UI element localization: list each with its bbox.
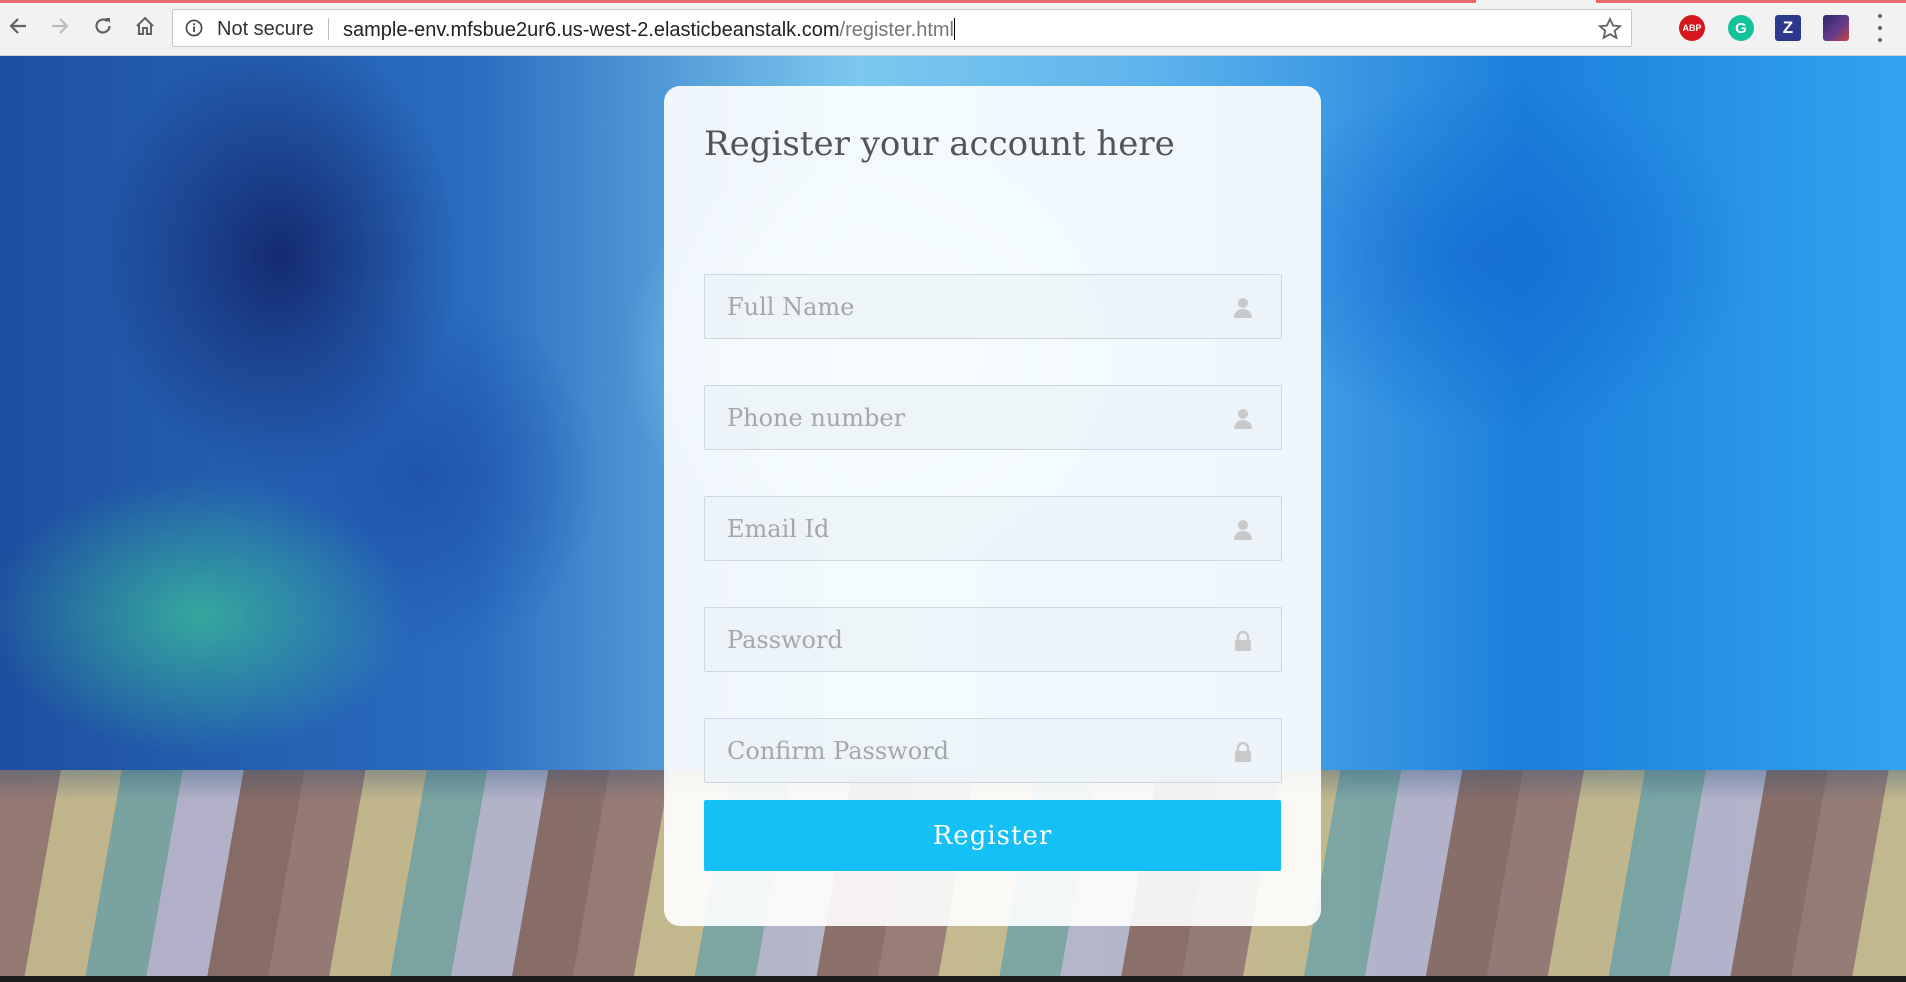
url-path: /register.html [839, 19, 954, 41]
register-form-card: Register your account here Full Name Pho… [664, 86, 1321, 926]
info-icon[interactable] [185, 19, 203, 37]
lock-icon [1235, 630, 1251, 651]
bookmark-star-icon[interactable] [1597, 16, 1623, 42]
page-title: Register your account here [704, 124, 1175, 164]
address-bar[interactable]: Not secure sample-env.mfsbue2ur6.us-west… [172, 9, 1632, 47]
zotero-icon[interactable]: Z [1775, 15, 1801, 41]
browser-toolbar: Not secure sample-env.mfsbue2ur6.us-west… [0, 0, 1906, 56]
full-name-input[interactable] [705, 275, 1281, 338]
adblock-plus-icon[interactable]: ABP [1679, 15, 1705, 41]
grammarly-icon[interactable]: G [1728, 15, 1754, 41]
confirm-password-input[interactable] [705, 719, 1281, 782]
extension-photo-icon[interactable] [1823, 15, 1849, 41]
password-input[interactable] [705, 608, 1281, 671]
full-name-field [704, 274, 1282, 339]
confirm-password-field [704, 718, 1282, 783]
register-button[interactable]: Register [704, 800, 1281, 871]
lock-icon [1235, 741, 1251, 762]
password-field [704, 607, 1282, 672]
address-divider [328, 18, 329, 40]
text-caret [954, 18, 955, 40]
forward-arrow-icon[interactable] [46, 12, 74, 40]
tab-strip-accent [0, 0, 1476, 3]
reload-icon[interactable] [89, 12, 117, 40]
url-text[interactable]: sample-env.mfsbue2ur6.us-west-2.elasticb… [343, 18, 955, 42]
phone-number-field [704, 385, 1282, 450]
url-host: sample-env.mfsbue2ur6.us-west-2.elasticb… [343, 19, 840, 41]
home-icon[interactable] [131, 12, 159, 40]
browser-menu-icon[interactable] [1876, 14, 1884, 42]
bottom-edge [0, 976, 1906, 982]
back-arrow-icon[interactable] [4, 12, 32, 40]
page-background: Register your account here Full Name Pho… [0, 56, 1906, 982]
email-id-input[interactable] [705, 497, 1281, 560]
email-id-field [704, 496, 1282, 561]
phone-number-input[interactable] [705, 386, 1281, 449]
user-icon [1234, 298, 1252, 318]
user-icon [1234, 520, 1252, 540]
security-status[interactable]: Not secure [217, 18, 314, 41]
user-icon [1234, 409, 1252, 429]
tab-strip-accent [1596, 0, 1906, 3]
